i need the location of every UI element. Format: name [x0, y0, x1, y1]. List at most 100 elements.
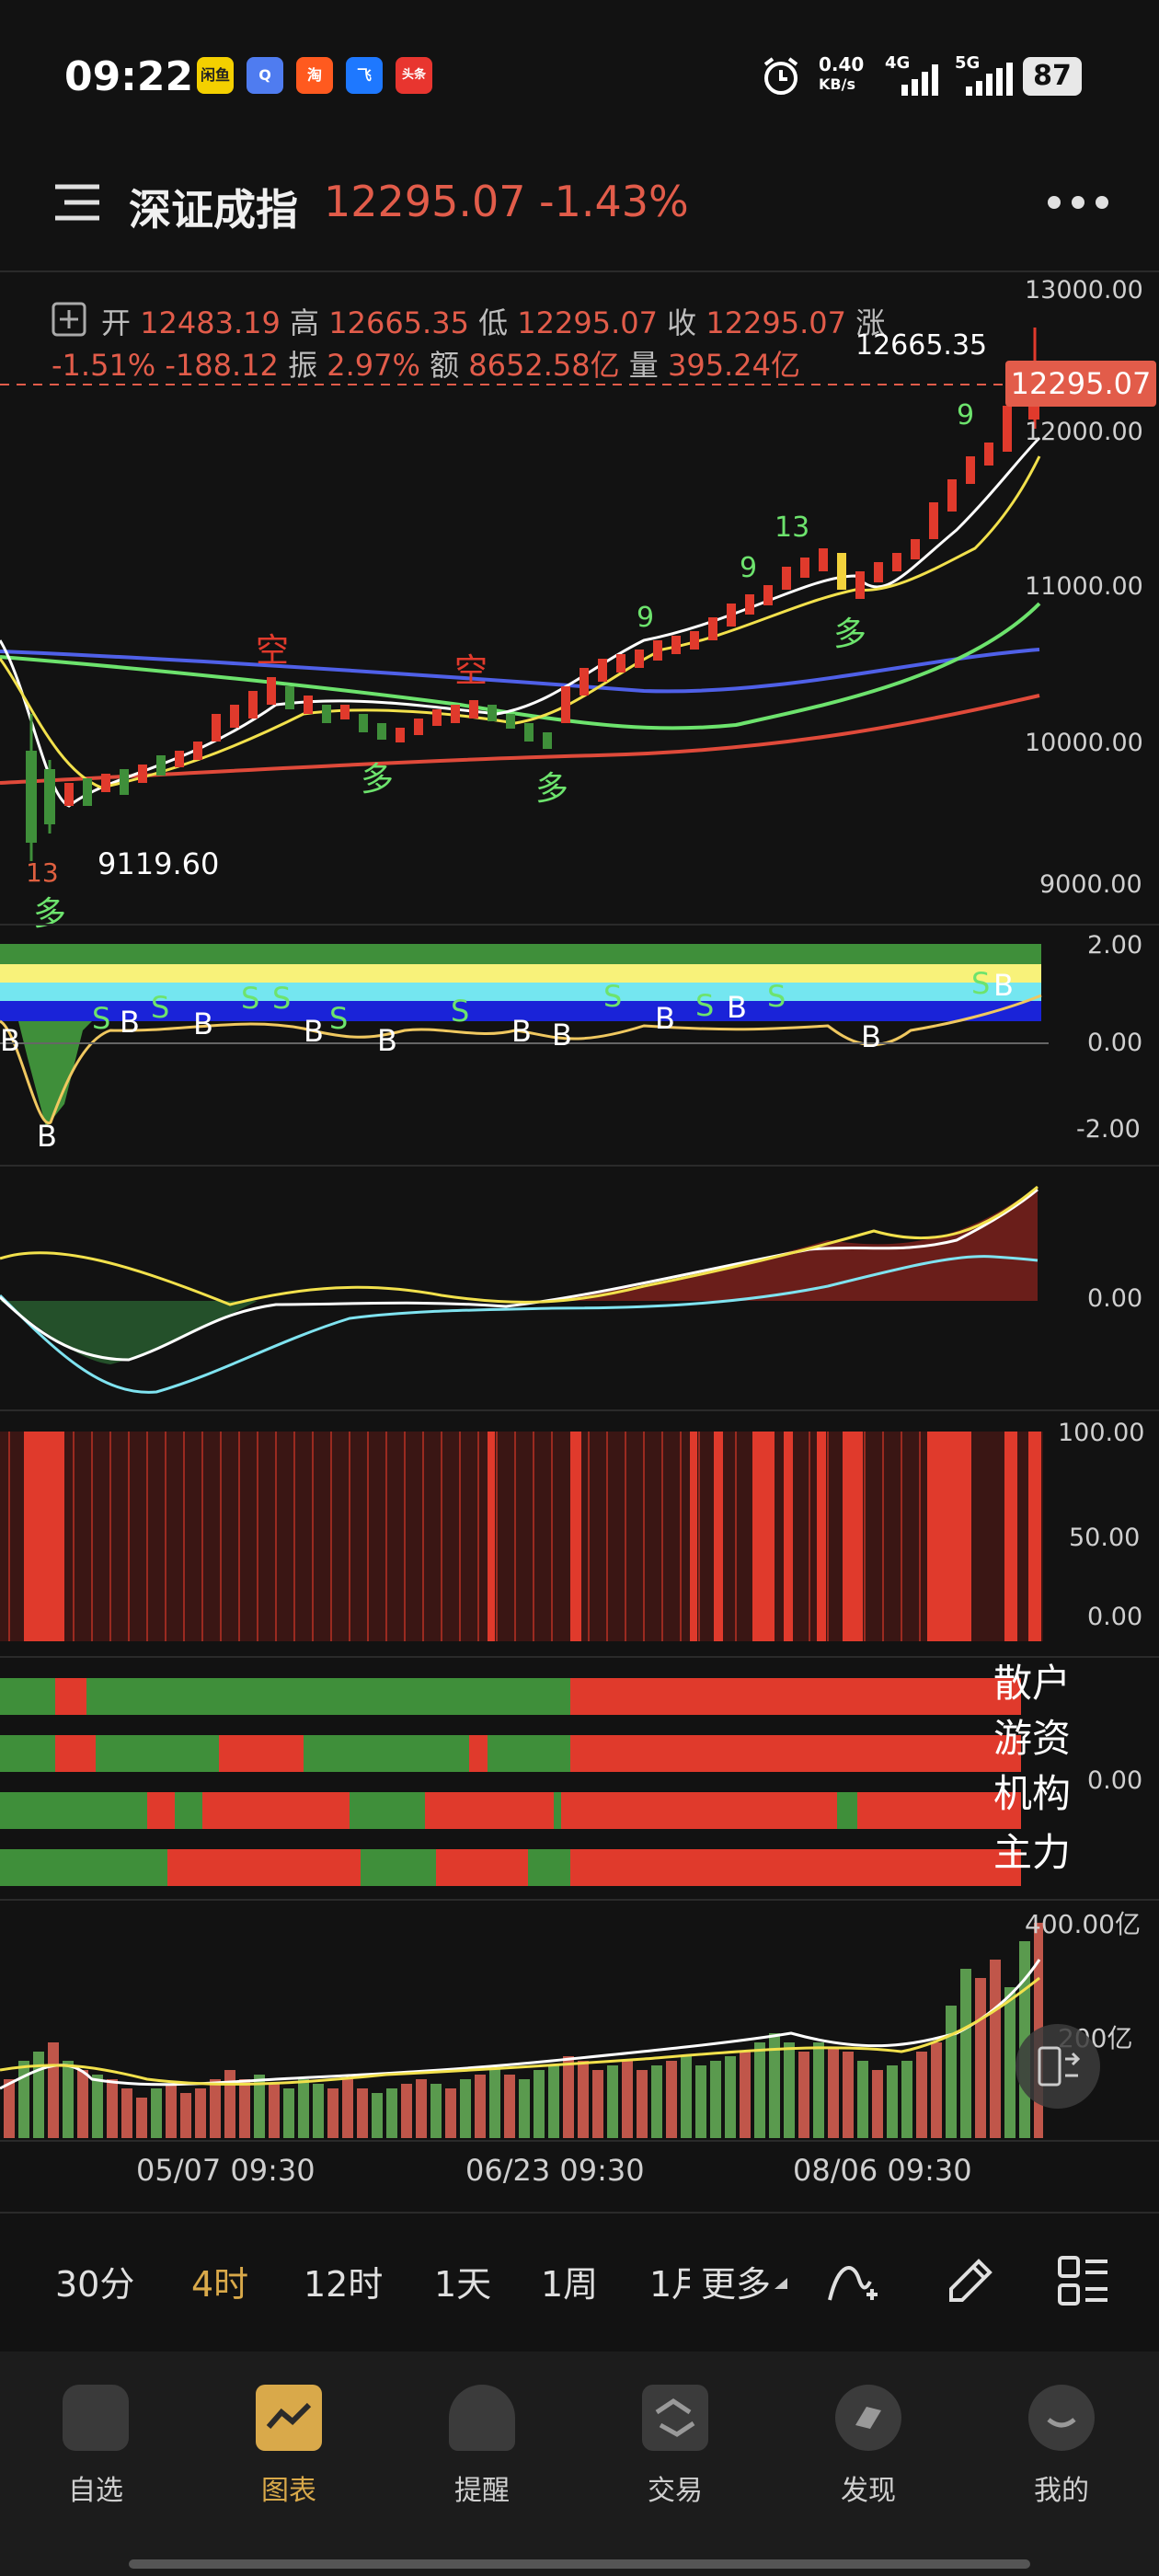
nav-discover[interactable]: 发现 [813, 2467, 924, 2508]
y-tick: 2.00 [1087, 931, 1143, 960]
y-tick: 9000.00 [1039, 870, 1142, 899]
signal-5g-icon [966, 63, 1013, 96]
high-marker: 12665.35 [855, 329, 988, 362]
signal-s: S [92, 1001, 111, 1036]
chart-icon[interactable] [256, 2385, 322, 2451]
current-price-tag: 12295.07 [1005, 361, 1156, 407]
timeframe-12h[interactable]: 12时 [304, 2256, 383, 2306]
toutiao-app-icon: 头条 [396, 57, 432, 94]
y-tick: 12000.00 [1025, 418, 1143, 446]
feishu-app-icon: 飞 [346, 57, 383, 94]
home-icon[interactable] [63, 2385, 129, 2451]
signal-b: B [377, 1023, 397, 1058]
y-tick: 100.00 [1058, 1419, 1145, 1447]
signal-4g-icon [901, 64, 938, 96]
signal-s: S [603, 979, 623, 1014]
timeframe-1mo[interactable]: 1月 [649, 2256, 690, 2306]
x-tick: 06/23 09:30 [465, 2153, 645, 2188]
signal-s: S [272, 981, 292, 1016]
fund-flow-chart[interactable] [0, 1676, 1021, 1890]
signal-s: S [695, 988, 715, 1023]
divider [0, 924, 1159, 926]
nav-trade[interactable]: 交易 [620, 2467, 730, 2508]
trade-icon[interactable] [642, 2385, 708, 2451]
header-change-pct: -1.43% [539, 177, 689, 226]
timeframe-1d[interactable]: 1天 [434, 2256, 491, 2306]
signal-b: B [727, 990, 747, 1025]
y-tick: 400.00亿 [1025, 1909, 1141, 1939]
signal-duo: 多 [33, 895, 67, 933]
signal-9: 9 [957, 399, 975, 431]
battery-level: 87 [1023, 57, 1082, 96]
signal-duo: 多 [535, 770, 569, 808]
clock: 09:22 [64, 53, 194, 100]
layout-grid-icon[interactable] [1056, 2254, 1111, 2309]
fund-label-main: 主力 [993, 1830, 1072, 1875]
divider [0, 1409, 1159, 1411]
bell-icon[interactable] [449, 2385, 515, 2451]
signal-9: 9 [637, 602, 655, 634]
signal-kong: 空 [256, 632, 290, 670]
switch-icon [1038, 2046, 1081, 2087]
more-options-icon[interactable] [1045, 193, 1111, 212]
indicator-add-icon[interactable] [826, 2252, 879, 2306]
bottom-nav [0, 2352, 1159, 2576]
home-indicator [129, 2559, 1030, 2569]
alarm-icon [763, 57, 798, 95]
signal-duo: 多 [833, 615, 867, 653]
timeframe-more[interactable]: 更多 [701, 2256, 771, 2306]
signal-b: B [511, 1014, 532, 1049]
xianyu-app-icon: 闲鱼 [197, 57, 234, 94]
signal-b: B [861, 1019, 881, 1054]
net-speed: 0.40 [819, 53, 865, 75]
y-tick: 0.00 [1087, 1029, 1143, 1057]
y-tick: 50.00 [1069, 1524, 1141, 1552]
nav-watchlist[interactable]: 自选 [40, 2467, 151, 2508]
macd-chart[interactable] [0, 1167, 1049, 1408]
bar-intensity-chart[interactable] [0, 1432, 1049, 1645]
nav-profile[interactable]: 我的 [1006, 2467, 1117, 2508]
ma-line-yellow [0, 455, 1041, 789]
timeframe-4h[interactable]: 4时 [191, 2256, 248, 2306]
signal-9: 9 [740, 552, 758, 584]
signal-s: S [241, 981, 260, 1016]
header-price: 12295.07 [324, 177, 526, 226]
signal-b: B [120, 1005, 140, 1040]
ma-line-white [0, 436, 1041, 808]
timeframe-1w[interactable]: 1周 [541, 2256, 598, 2306]
status-bar: 09:22 闲鱼 Q 淘 飞 头条 0.40 KB/s 4G 5G 87 [0, 0, 1159, 156]
low-marker: 9119.60 [98, 846, 220, 881]
signal-13: 13 [26, 857, 59, 888]
nav-alerts[interactable]: 提醒 [427, 2467, 537, 2508]
x-tick: 05/07 09:30 [136, 2153, 316, 2188]
floating-switch-button[interactable] [1016, 2024, 1100, 2109]
signal-s: S [767, 979, 786, 1014]
draw-pencil-icon[interactable] [944, 2252, 999, 2307]
candlestick-chart[interactable] [0, 272, 1159, 929]
signal-s: S [971, 966, 991, 1001]
q-app-icon: Q [247, 57, 283, 94]
x-tick: 08/06 09:30 [793, 2153, 972, 2188]
y-tick: 13000.00 [1025, 276, 1143, 305]
signal-b: B [993, 968, 1014, 1003]
y-tick: 11000.00 [1025, 572, 1143, 601]
taobao-app-icon: 淘 [296, 57, 333, 94]
timeframe-30m[interactable]: 30分 [55, 2256, 134, 2306]
signal-b: B [655, 1001, 675, 1036]
y-tick: 10000.00 [1025, 729, 1143, 757]
signal-13: 13 [775, 512, 810, 544]
volume-chart[interactable] [0, 1904, 1049, 2140]
profile-icon[interactable] [1028, 2385, 1095, 2451]
signal-b: B [552, 1018, 572, 1052]
discover-icon[interactable] [835, 2385, 901, 2451]
signal-b: B [304, 1014, 324, 1049]
menu-icon[interactable] [52, 179, 103, 225]
divider [0, 2212, 1159, 2214]
signal-s: S [329, 1001, 349, 1036]
page-title: 深证成指 [129, 185, 298, 235]
fund-label-institution: 机构 [993, 1771, 1072, 1816]
fund-label-retail: 散户 [993, 1661, 1072, 1706]
y-tick: 0.00 [1087, 1603, 1143, 1631]
y-tick: 0.00 [1087, 1284, 1143, 1313]
nav-chart[interactable]: 图表 [234, 2467, 344, 2508]
